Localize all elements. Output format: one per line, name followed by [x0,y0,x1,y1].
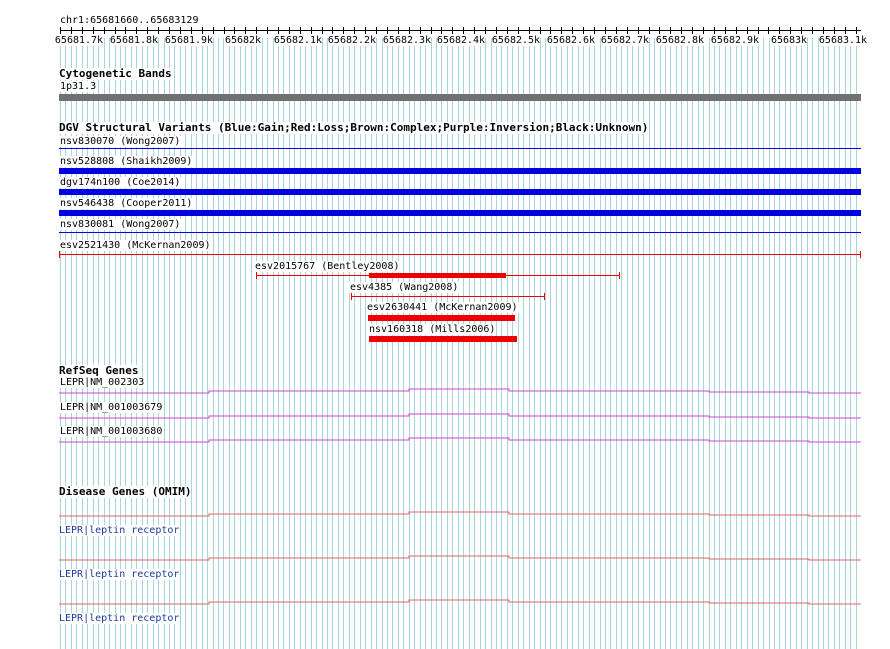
disease-gene-model[interactable] [59,553,861,563]
variant-label: esv2015767 (Bentley2008) [254,261,401,272]
variant-end-cap [619,272,620,279]
cytoband-label: 1p31.3 [59,81,98,92]
ruler-tick-label: 65682.3k [382,35,432,46]
ruler-tick-label: 65681.8k [109,35,159,46]
cytoband-track-title: Cytogenetic Bands [59,67,172,80]
variant-end-cap [544,293,545,300]
ruler-tick-label: 65682.5k [491,35,541,46]
loss-variant-core[interactable] [369,273,506,278]
gene-model[interactable] [59,386,861,396]
loss-variant-bar[interactable] [351,296,545,297]
variant-label: nsv528808 (Shaikh2009) [59,156,194,167]
ruler-tick-label: 65682.1k [273,35,323,46]
variant-label: nsv830081 (Wong2007) [59,219,182,230]
variant-end-cap [351,293,352,300]
variant-label: esv4385 (Wang2008) [349,282,460,293]
ruler-tick-label: 65682k [224,35,262,46]
refseq-track-title: RefSeq Genes [59,364,139,377]
gain-variant-bar[interactable] [59,210,861,216]
variant-end-cap [59,251,60,258]
gain-variant-bar[interactable] [59,189,861,195]
omim-gene-link[interactable]: LEPR|leptin receptor [58,525,181,536]
ruler-tick-label: 65682.7k [600,35,650,46]
variant-label: nsv830070 (Wong2007) [59,136,182,147]
variant-label: nsv546438 (Cooper2011) [59,198,194,209]
ruler-tick-label: 65682.9k [710,35,760,46]
gain-variant-bar[interactable] [59,148,861,149]
ruler-tick-label: 65681.7k [54,35,104,46]
ruler-tick-label: 65682.4k [436,35,486,46]
ruler-tick-label: 65682.2k [327,35,377,46]
loss-variant-bar[interactable] [368,315,515,321]
ruler-tick-label: 65681.9k [164,35,214,46]
variant-end-cap [860,251,861,258]
ruler-tick-label: 65683k [770,35,808,46]
ruler-tick-label: 65682.6k [546,35,596,46]
dgv-track-title: DGV Structural Variants (Blue:Gain;Red:L… [59,121,649,134]
variant-label: dgv174n100 (Coe2014) [59,177,182,188]
variant-label: nsv160318 (Mills2006) [368,324,497,335]
disease-gene-model[interactable] [59,509,861,519]
gene-model[interactable] [59,411,861,421]
variant-label: esv2630441 (McKernan2009) [366,302,519,313]
coordinate-range: chr1:65681660..65683129 [59,15,200,26]
cytoband-bar[interactable] [59,94,861,101]
loss-variant-bar[interactable] [369,336,517,342]
loss-variant-bar[interactable] [59,254,861,255]
omim-gene-link[interactable]: LEPR|leptin receptor [58,569,181,580]
gain-variant-bar[interactable] [59,168,861,174]
variant-end-cap [256,272,257,279]
omim-gene-link[interactable]: LEPR|leptin receptor [58,613,181,624]
ruler-tick-label: 65683.1k [818,35,868,46]
gene-model[interactable] [59,435,861,445]
gain-variant-bar[interactable] [59,232,861,233]
ruler-tick-label: 65682.8k [655,35,705,46]
omim-track-title: Disease Genes (OMIM) [59,485,192,498]
variant-label: esv2521430 (McKernan2009) [59,240,212,251]
disease-gene-model[interactable] [59,597,861,607]
